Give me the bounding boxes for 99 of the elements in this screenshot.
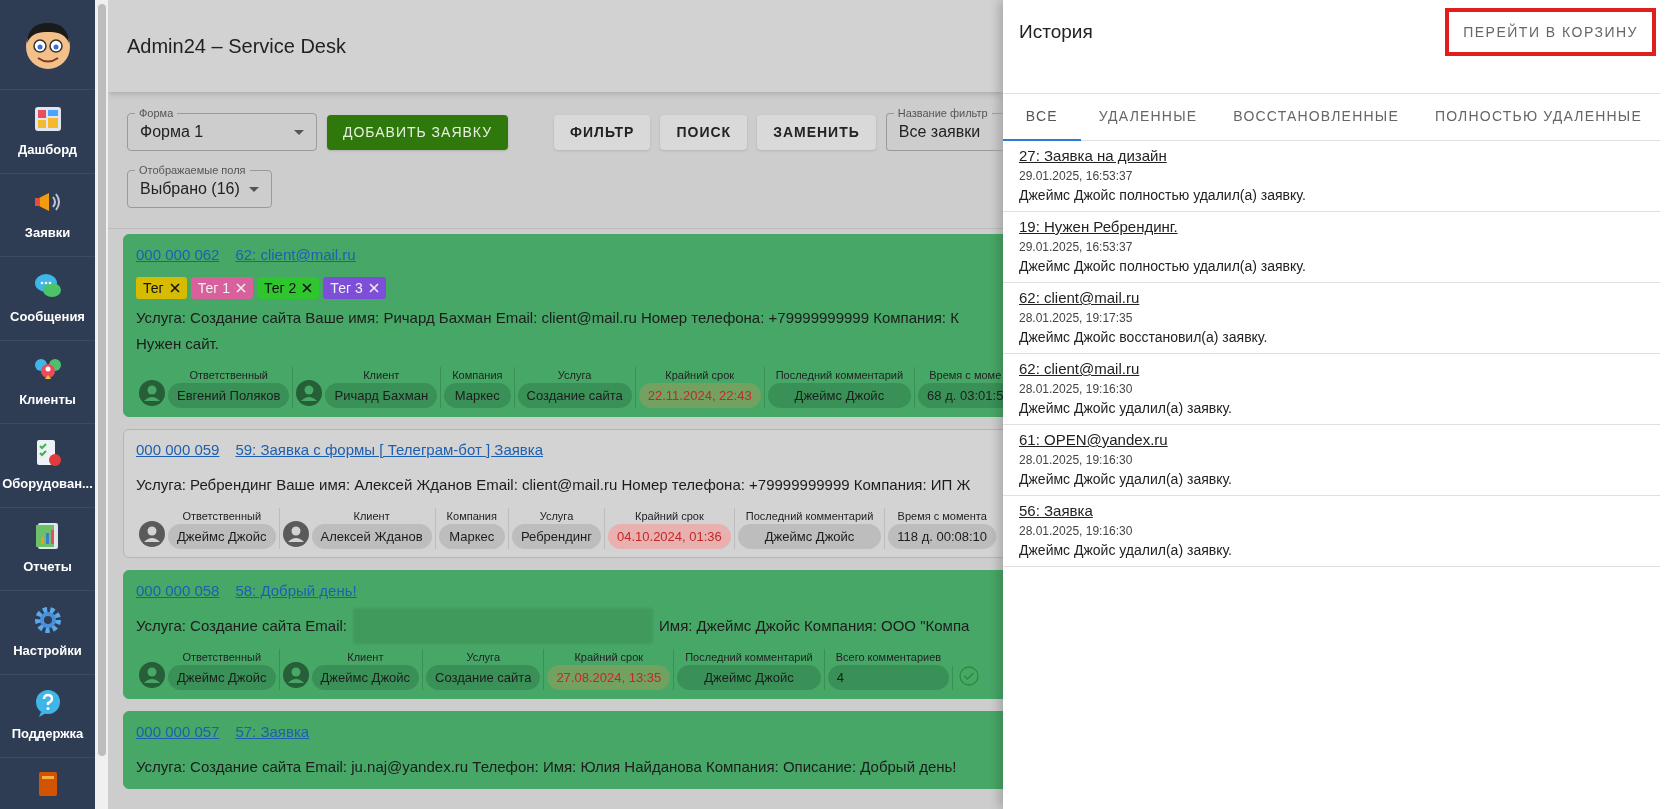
- field-label: Крайний срок: [664, 368, 736, 383]
- field-label: Услуга: [465, 650, 501, 665]
- toolbar-button[interactable]: ПОИСК: [660, 114, 748, 150]
- field-label: Компания: [451, 368, 504, 383]
- field-label: Услуга: [538, 509, 575, 524]
- entry-date: 28.01.2025, 19:16:30: [1019, 381, 1133, 398]
- dropdown-caret-icon: [249, 186, 259, 192]
- entry-text: Джеймс Джойс полностью удалил(а) заявку.: [1019, 186, 1306, 205]
- ticket-description: Услуга: Ребрендинг Ваше имя: Алексей Жданов Email: client@mail.ru Номер телефона: +79999999999 Компания: ИП Ж: [136, 475, 971, 495]
- scrollbar-thumb[interactable]: [97, 4, 106, 756]
- field-value: Джеймс Джойс: [677, 665, 821, 690]
- select-label: Форма: [135, 106, 178, 120]
- entry-text: Джеймс Джойс удалил(а) заявку.: [1019, 541, 1232, 560]
- field-label: Последний комментарий: [744, 509, 875, 524]
- close-icon: [236, 283, 246, 293]
- select-label: Отображаемые поля: [135, 163, 250, 177]
- field-value: Ричард Бахман: [325, 383, 438, 408]
- history-entry-link[interactable]: 61: OPEN@yandex.ru: [1019, 429, 1168, 451]
- ticket-description: Услуга: Создание сайта Ваше имя: Ричард Бахман Email: client@mail.ru Номер телефона: +79999999999 Компания: К: [136, 308, 959, 328]
- gear-icon: [32, 604, 63, 635]
- go-to-trash-button[interactable]: ПЕРЕЙТИ В КОРЗИНУ: [1445, 8, 1656, 56]
- field-label: Ответственный: [181, 650, 263, 665]
- field-label: Клиент: [346, 650, 385, 665]
- history-tab[interactable]: ВСЕ: [1003, 94, 1081, 141]
- dropdown-caret-icon: [294, 129, 304, 135]
- select-label: Название фильтр: [893, 106, 992, 120]
- entry-date: 29.01.2025, 16:53:37: [1019, 168, 1133, 185]
- field-value: 27.08.2024, 13:35: [547, 665, 671, 690]
- add-ticket-button[interactable]: ДОБАВИТЬ ЗАЯВКУ: [327, 114, 509, 150]
- history-entry-link[interactable]: 27: Заявка на дизайн: [1019, 145, 1167, 167]
- field-value: Джеймс Джойс: [767, 383, 912, 408]
- close-icon: [302, 283, 313, 293]
- close-icon: [169, 283, 180, 293]
- field-label: Последний комментарий: [684, 650, 814, 665]
- field-value: Джеймс Джойс: [168, 524, 276, 549]
- toolbar-button[interactable]: ЗАМЕНИТЬ: [757, 114, 876, 150]
- user-avatar-icon: [139, 662, 165, 688]
- history-entry-link[interactable]: 19: Нужен Ребрендинг.: [1019, 216, 1178, 238]
- entry-text: Джеймс Джойс удалил(а) заявку.: [1019, 470, 1232, 489]
- field-label: Последний комментарий: [774, 368, 905, 383]
- user-avatar-icon: [282, 662, 309, 688]
- field-label: Клиент: [352, 509, 391, 524]
- ticket-card[interactable]: [123, 234, 1003, 417]
- field-value: Алексей Жданов: [311, 524, 432, 549]
- tag-chip[interactable]: Тег 2: [257, 277, 320, 299]
- field-label: Крайний срок: [634, 509, 705, 524]
- field-value: Маркес: [438, 524, 505, 549]
- field-value: Джеймс Джойс: [737, 524, 882, 549]
- field-value: 118 д. 00:08:10: [888, 524, 997, 549]
- entry-date: 29.01.2025, 16:53:37: [1019, 239, 1133, 256]
- ticket-description: Услуга: Создание сайта Email: ju.naj@yandex.ru Телефон: Имя: Юлия Найданова Компания: Описание: Добрый день!: [136, 757, 957, 777]
- ticket-description: Нужен сайт.: [136, 334, 219, 354]
- field-value: 4: [827, 665, 950, 690]
- entry-date: 28.01.2025, 19:16:30: [1019, 452, 1133, 469]
- history-tab[interactable]: ПОЛНОСТЬЮ УДАЛЕННЫЕ: [1418, 94, 1658, 141]
- field-value: Ребрендинг: [511, 524, 601, 549]
- field-label: Клиент: [362, 368, 401, 383]
- entry-text: Джеймс Джойс полностью удалил(а) заявку.: [1019, 257, 1306, 276]
- field-value: 04.10.2024, 01:36: [608, 524, 731, 549]
- toolbar-button[interactable]: ФИЛЬТР: [554, 114, 651, 150]
- ticket-title-link[interactable]: 59: Заявка с формы [ Телеграм-бот ] Заявка: [235, 440, 544, 460]
- field-value: Создание сайта: [517, 383, 632, 408]
- panel-title: История: [1019, 20, 1093, 44]
- field-label: Компания: [445, 509, 498, 524]
- field-value: Маркес: [444, 383, 511, 408]
- history-entry-link[interactable]: 62: client@mail.ru: [1019, 358, 1140, 380]
- field-label: Ответственный: [188, 368, 269, 383]
- app-title: Admin24 – Service Desk: [127, 34, 346, 59]
- user-avatar-icon: [282, 521, 309, 547]
- history-tab[interactable]: УДАЛЕННЫЕ: [1082, 94, 1214, 141]
- user-avatar-icon: [296, 380, 323, 406]
- entry-date: 28.01.2025, 19:16:30: [1019, 523, 1133, 540]
- ticket-description: Услуга: Создание сайта Email:: [136, 616, 348, 636]
- history-tab[interactable]: ВОССТАНОВЛЕННЫЕ: [1217, 94, 1415, 141]
- field-value: Создание сайта: [426, 665, 541, 690]
- field-label: Крайний срок: [573, 650, 645, 665]
- field-value: Джеймс Джойс: [311, 665, 420, 690]
- user-avatar-icon: [139, 380, 165, 406]
- entry-date: 28.01.2025, 19:17:35: [1019, 310, 1133, 327]
- field-label: Услуга: [556, 368, 593, 383]
- field-value: 68 д. 03:01:5: [918, 383, 1003, 408]
- field-label: Время с момента: [896, 509, 988, 524]
- field-value: Джеймс Джойс: [168, 665, 276, 690]
- field-label: Всего комментариев: [834, 650, 943, 665]
- user-avatar-icon: [139, 521, 165, 547]
- entry-text: Джеймс Джойс удалил(а) заявку.: [1019, 399, 1232, 418]
- field-value: 22.11.2024, 22:43: [638, 383, 761, 408]
- ticket-description: Имя: Джеймс Джойс Компания: ООО "Компа: [659, 616, 970, 636]
- ticket-number-link[interactable]: 000 000 059: [136, 440, 220, 460]
- tag-chip[interactable]: Тег 3: [323, 277, 386, 299]
- tag-chip[interactable]: Тег: [136, 277, 187, 299]
- close-icon: [368, 283, 379, 293]
- field-label: Ответственный: [181, 509, 263, 524]
- entry-text: Джеймс Джойс восстановил(а) заявку.: [1019, 328, 1268, 347]
- field-value: Евгений Поляков: [168, 383, 290, 408]
- field-label: Время с моме: [928, 368, 1003, 383]
- history-entry-link[interactable]: 56: Заявка: [1019, 500, 1093, 522]
- ticket-card[interactable]: [123, 429, 1003, 558]
- history-entry-link[interactable]: 62: client@mail.ru: [1019, 287, 1140, 309]
